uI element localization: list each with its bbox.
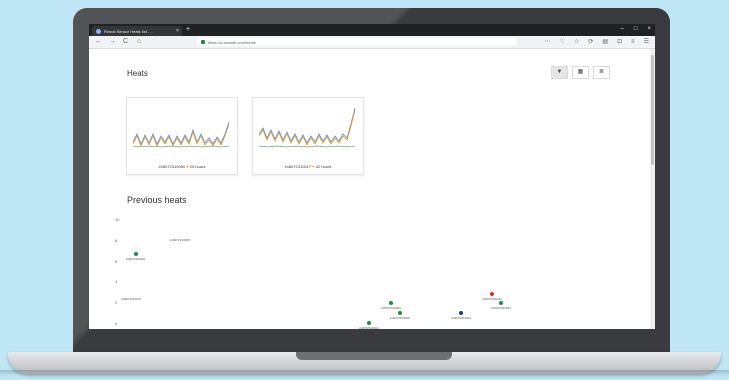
scatter-point[interactable] <box>397 311 402 316</box>
scatter-point-label: 2x8072310021 <box>451 316 472 321</box>
tab-title: Rinnai Sensor Heats list - ... <box>104 28 154 34</box>
close-window-button[interactable]: × <box>647 25 651 34</box>
heat-sparkline <box>258 107 356 148</box>
scrollbar-thumb[interactable] <box>651 55 654 165</box>
minimize-button[interactable]: – <box>621 25 624 34</box>
navigation-bar: ← → C ⌂ https://ci.heatdb.com/heats ⋯ ♡ … <box>89 36 655 49</box>
pocket-icon[interactable]: ♡ <box>560 37 565 47</box>
laptop-notch <box>296 352 452 360</box>
scatter-point-label: 2x8072310014 <box>359 326 379 329</box>
new-tab-button[interactable]: + <box>186 26 190 34</box>
tab-bar: Rinnai Sensor Heats list - ... × + – □ × <box>89 24 655 36</box>
page-actions-icon[interactable]: ⋯ <box>545 37 551 47</box>
scatter-point[interactable] <box>367 321 371 325</box>
fire-icon: ♥ <box>312 164 315 169</box>
scatter-point[interactable] <box>389 301 393 306</box>
browser-window: Rinnai Sensor Heats list - ... × + – □ ×… <box>89 24 655 329</box>
view-grid-button[interactable]: ▦ <box>572 66 589 79</box>
scatter-point-label: 2x8072310033 <box>491 306 511 311</box>
sidebar-icon[interactable]: ⊡ <box>617 37 622 47</box>
scatter-point-label: 2x8072310003 <box>381 306 401 311</box>
heat-card-caption: 2x8072310017 ♥ 32 hours <box>253 164 363 169</box>
scatter-point-label: 2x8072310037 <box>121 296 142 301</box>
favicon-icon <box>96 28 101 34</box>
view-chart-button[interactable]: ▼ <box>551 66 568 79</box>
y-axis-tick: 6 <box>115 258 118 264</box>
heat-card-caption: 2x8072310050 ♥ 20 hours <box>127 164 237 169</box>
y-axis-tick: 2 <box>115 300 118 306</box>
address-bar[interactable]: https://ci.heatdb.com/heats <box>197 38 517 46</box>
scatter-point[interactable] <box>459 311 464 316</box>
laptop-shadow <box>0 370 729 376</box>
scatter-point-label: 2x8072310006 <box>389 316 410 321</box>
fire-icon: ♥ <box>186 164 189 169</box>
view-toggle-group: ▼ ▦ ≣ <box>551 66 610 79</box>
sync-icon[interactable]: ⟳ <box>588 37 593 47</box>
close-tab-icon[interactable]: × <box>176 28 179 34</box>
heat-card[interactable]: 2x8072310017 ♥ 32 hours <box>252 97 364 175</box>
scatter-point-label: 2x8072310011 <box>482 296 502 301</box>
browser-tab[interactable]: Rinnai Sensor Heats list - ... × <box>92 26 182 36</box>
view-list-button[interactable]: ≣ <box>593 66 610 79</box>
reload-button[interactable]: C <box>123 37 128 47</box>
reader-icon[interactable]: ≡ <box>631 37 635 47</box>
bookmark-star-icon[interactable]: ☆ <box>574 37 579 47</box>
previous-heats-heading: Previous heats <box>127 195 187 205</box>
heats-heading: Heats <box>127 69 148 78</box>
heat-sparkline <box>132 121 230 148</box>
heat-duration: 32 hours <box>315 164 332 169</box>
heat-id: 2x8072310050 <box>158 164 186 169</box>
scatter-point[interactable] <box>499 301 503 306</box>
page-content: Heats ▼ ▦ ≣ 2x8072310050 ♥ 20 hours 2x80… <box>89 49 655 329</box>
url-text: https://ci.heatdb.com/heats <box>208 39 256 45</box>
scatter-point-label: 2x8072310008 <box>169 237 190 242</box>
y-axis-tick: 10 <box>115 217 120 222</box>
lock-icon <box>201 40 205 44</box>
heat-duration: 20 hours <box>189 164 206 169</box>
scatter-point-label: 2x8072310041 <box>125 257 146 262</box>
scrollbar[interactable] <box>650 49 655 329</box>
window-controls: – □ × <box>621 25 651 34</box>
y-axis-tick: 0 <box>115 321 118 326</box>
toolbar-icons: ⋯ ♡ ☆ ⟳ ▤ ⊡ ≡ ☰ <box>545 37 649 47</box>
y-axis-tick: 4 <box>115 279 118 285</box>
heat-id: 2x8072310017 <box>284 164 312 169</box>
maximize-button[interactable]: □ <box>634 25 638 34</box>
heat-card[interactable]: 2x8072310050 ♥ 20 hours <box>126 97 238 175</box>
previous-heats-scatter: 10 8 6 4 2 0 2x8072310041 2x8072310008 2x807231… <box>115 217 615 329</box>
scatter-point[interactable] <box>490 291 495 296</box>
scatter-point[interactable] <box>133 252 138 257</box>
menu-icon[interactable]: ☰ <box>644 37 649 47</box>
back-button[interactable]: ← <box>95 37 102 47</box>
home-button[interactable]: ⌂ <box>137 37 141 47</box>
library-icon[interactable]: ▤ <box>602 37 608 47</box>
y-axis-tick: 8 <box>115 237 118 243</box>
forward-button[interactable]: → <box>109 37 116 47</box>
